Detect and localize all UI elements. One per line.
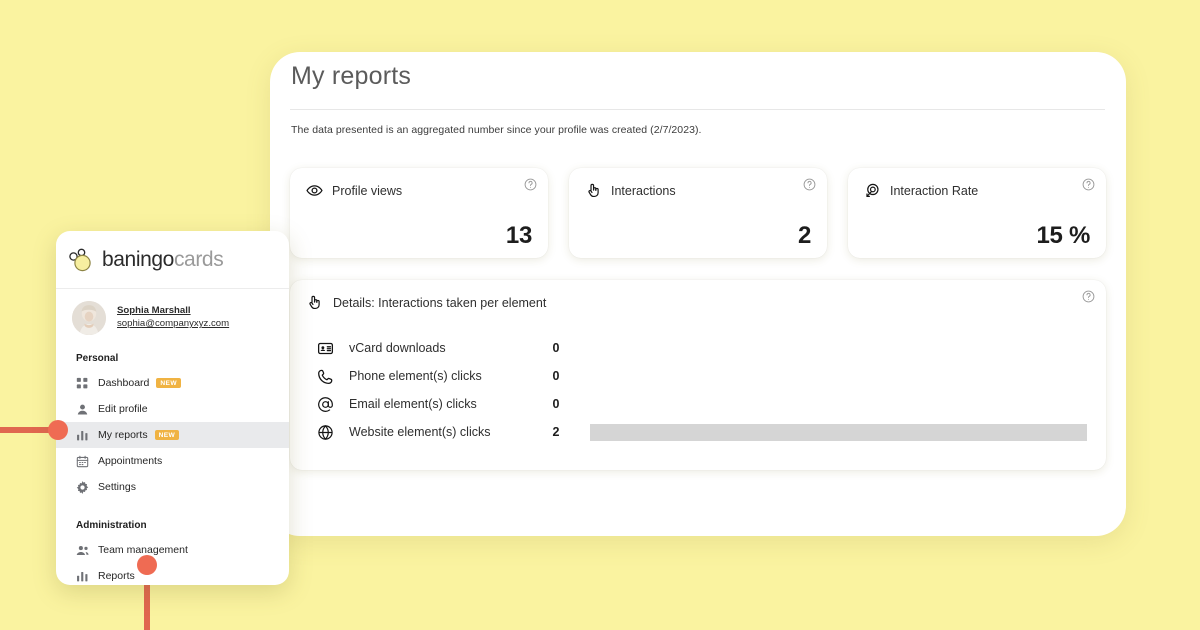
stat-label: Interactions — [611, 183, 676, 198]
logo-brand: baningo — [102, 247, 174, 271]
row-value: 0 — [552, 369, 560, 383]
row-label: Phone element(s) clicks — [349, 369, 482, 383]
sidebar-item-label: Appointments — [98, 455, 163, 467]
nav-group-title-administration: Administration — [76, 520, 147, 531]
stat-header: Interactions — [585, 182, 811, 199]
sidebar-panel: baningocards Sophia Marshall sophia@comp… — [56, 231, 289, 585]
help-icon[interactable] — [1082, 178, 1095, 191]
sidebar-item-appointments[interactable]: Appointments — [56, 448, 289, 474]
sidebar-item-my-reports[interactable]: My reports NEW — [56, 422, 289, 448]
row-bar-track — [590, 368, 1087, 385]
table-row: Email element(s) clicks 0 — [317, 390, 1087, 418]
row-bar — [590, 423, 1087, 441]
stat-value: 15 % — [1036, 222, 1090, 249]
sidebar-item-label: Dashboard — [98, 377, 150, 389]
row-value: 0 — [552, 341, 560, 355]
sidebar-item-edit-profile[interactable]: Edit profile — [56, 396, 289, 422]
stat-label: Profile views — [332, 183, 403, 198]
profile-name[interactable]: Sophia Marshall — [117, 305, 229, 318]
stat-card-interactions[interactable]: Interactions 2 — [569, 168, 827, 258]
stat-value: 2 — [797, 222, 811, 249]
interaction-rate-icon — [866, 183, 879, 197]
annotation-dot-reports — [137, 555, 157, 575]
row-label: Email element(s) clicks — [349, 397, 477, 411]
globe-icon — [318, 424, 333, 440]
logo-wordmark: baningocards — [102, 247, 224, 272]
stat-card-profile-views[interactable]: Profile views 13 — [290, 168, 548, 258]
stat-value: 13 — [505, 222, 532, 249]
sidebar-item-dashboard[interactable]: Dashboard NEW — [56, 370, 289, 396]
sidebar-item-label: Reports — [98, 570, 135, 582]
vcard-icon — [317, 342, 334, 354]
row-value: 0 — [552, 397, 560, 411]
logo-suffix: cards — [173, 247, 224, 271]
table-row: Phone element(s) clicks 0 — [317, 362, 1087, 390]
details-row-list: vCard downloads 0 Phone element(s) click… — [317, 334, 1087, 446]
avatar[interactable] — [72, 301, 106, 335]
profile-text: Sophia Marshall sophia@companyxyz.com — [117, 305, 229, 330]
sidebar-item-label: Settings — [98, 481, 136, 493]
table-row: vCard downloads 0 — [317, 334, 1087, 362]
row-bar-track — [590, 396, 1087, 413]
profile-summary[interactable]: Sophia Marshall sophia@companyxyz.com — [56, 289, 289, 335]
row-value: 2 — [552, 425, 560, 439]
stat-card-row: Profile views 13 Interactions 2 Interact… — [290, 168, 1106, 258]
person-icon — [77, 404, 88, 415]
tap-hand-icon — [588, 183, 599, 198]
sidebar-nav: Personal Dashboard NEW Edit profile My r… — [56, 335, 289, 585]
details-header: Details: Interactions taken per element — [306, 294, 546, 311]
new-badge: NEW — [154, 429, 180, 441]
sidebar-item-reports[interactable]: Reports — [56, 563, 289, 585]
details-title: Details: Interactions taken per element — [333, 295, 547, 310]
phone-icon — [318, 369, 333, 384]
at-icon — [318, 396, 333, 412]
eye-icon — [306, 185, 323, 196]
details-panel: Details: Interactions taken per element … — [290, 280, 1106, 470]
row-bar-track — [590, 340, 1087, 357]
row-label: Website element(s) clicks — [349, 425, 491, 439]
stat-header: Profile views — [306, 182, 532, 199]
row-label: vCard downloads — [349, 341, 446, 355]
app-logo[interactable]: baningocards — [56, 231, 289, 289]
stat-label: Interaction Rate — [890, 183, 979, 198]
stat-card-interaction-rate[interactable]: Interaction Rate 15 % — [848, 168, 1106, 258]
page-title: My reports — [291, 62, 412, 90]
bubbles-logo-icon — [69, 248, 91, 271]
profile-email[interactable]: sophia@companyxyz.com — [117, 318, 229, 331]
my-reports-panel: My reports The data presented is an aggr… — [270, 52, 1126, 536]
calendar-icon — [76, 455, 89, 467]
sidebar-item-label: Edit profile — [98, 403, 148, 415]
table-row: Website element(s) clicks 2 — [317, 418, 1087, 446]
sidebar-item-label: Team management — [98, 544, 188, 556]
help-icon[interactable] — [1082, 290, 1095, 303]
nav-group-title-personal: Personal — [76, 353, 119, 364]
gear-icon — [76, 480, 89, 494]
team-icon — [76, 545, 89, 555]
tap-hand-icon — [309, 295, 320, 310]
sidebar-item-settings[interactable]: Settings — [56, 474, 289, 500]
title-divider — [290, 109, 1105, 110]
row-bar-track — [590, 423, 1087, 441]
bar-chart-icon — [77, 571, 88, 581]
new-badge: NEW — [156, 377, 181, 389]
dashboard-icon — [76, 377, 88, 388]
sidebar-item-label: My reports — [98, 429, 148, 441]
annotation-dot-my-reports — [48, 420, 68, 440]
report-subtitle: The data presented is an aggregated numb… — [291, 124, 702, 136]
bar-chart-icon — [77, 430, 88, 440]
help-icon[interactable] — [524, 178, 537, 191]
stat-header: Interaction Rate — [864, 182, 1090, 199]
help-icon[interactable] — [803, 178, 816, 191]
sidebar-item-team-management[interactable]: Team management — [56, 537, 289, 563]
